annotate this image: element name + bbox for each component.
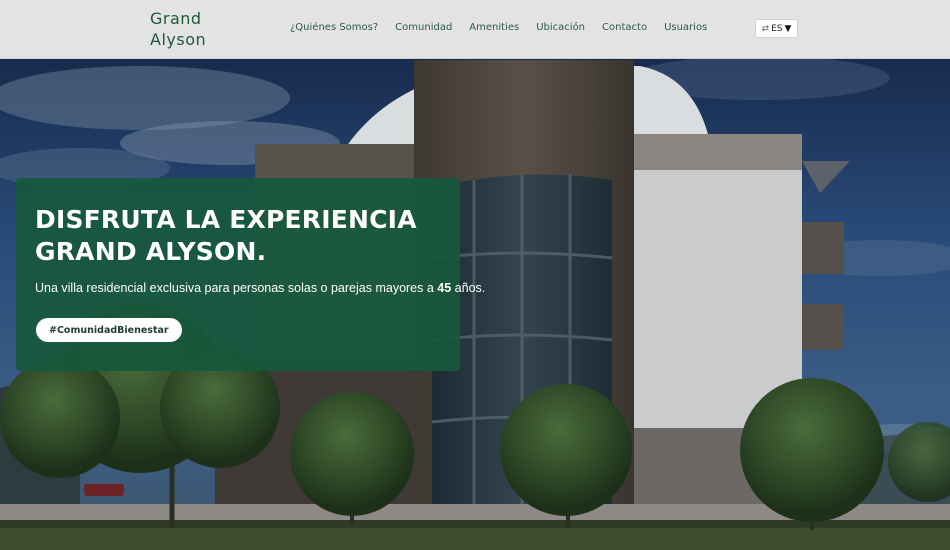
- caret-down-icon: ▼: [784, 23, 792, 34]
- nav-quienes-somos[interactable]: ¿Quiénes Somos?: [290, 22, 378, 33]
- hero-section: DISFRUTA LA EXPERIENCIA GRAND ALYSON. Un…: [0, 58, 950, 550]
- hero-heading-line-2: GRAND ALYSON.: [35, 237, 267, 266]
- hero-heading: DISFRUTA LA EXPERIENCIA GRAND ALYSON.: [35, 204, 417, 268]
- hero-age-value: 45: [437, 281, 452, 295]
- language-label: ES: [771, 23, 783, 34]
- brand-line-1: Grand: [150, 9, 202, 28]
- brand-logo[interactable]: Grand Alyson: [150, 8, 206, 50]
- top-navbar: Grand Alyson ¿Quiénes Somos? Comunidad A…: [0, 0, 950, 59]
- hero-panel: DISFRUTA LA EXPERIENCIA GRAND ALYSON. Un…: [16, 178, 485, 371]
- brand-line-2: Alyson: [150, 30, 207, 49]
- nav-amenities[interactable]: Amenities: [469, 22, 519, 33]
- main-nav: ¿Quiénes Somos? Comunidad Amenities Ubic…: [290, 22, 724, 33]
- nav-usuarios[interactable]: Usuarios: [664, 22, 707, 33]
- nav-ubicacion[interactable]: Ubicación: [536, 22, 585, 33]
- language-selector[interactable]: ⇄ ES ▼: [755, 19, 798, 38]
- nav-comunidad[interactable]: Comunidad: [395, 22, 452, 33]
- nav-contacto[interactable]: Contacto: [602, 22, 647, 33]
- hero-description-tail: años.: [451, 281, 486, 295]
- comunidad-bienestar-button[interactable]: #ComunidadBienestar: [36, 318, 182, 342]
- hero-heading-line-1: DISFRUTA LA EXPERIENCIA: [35, 205, 417, 234]
- hero-description-text: Una villa residencial exclusiva para per…: [35, 281, 438, 295]
- hero-description: Una villa residencial exclusiva para per…: [35, 281, 485, 295]
- language-swap-icon: ⇄: [761, 23, 770, 34]
